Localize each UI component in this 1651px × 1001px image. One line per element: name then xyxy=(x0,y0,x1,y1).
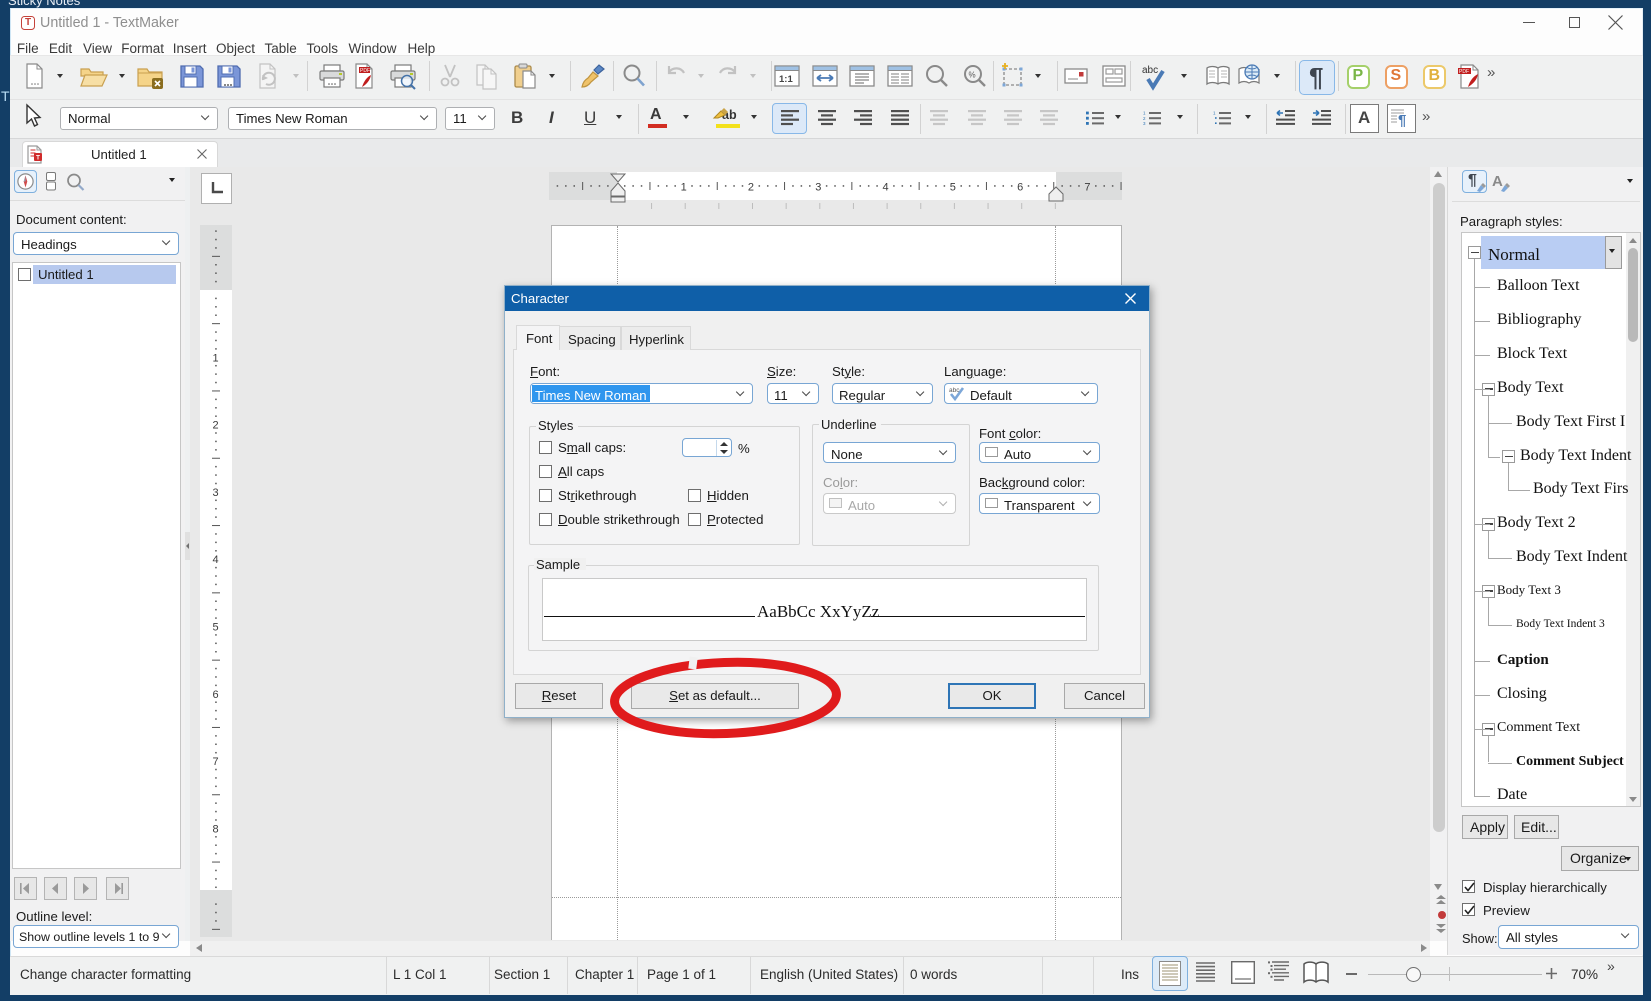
svg-text:1:1: 1:1 xyxy=(779,74,793,85)
svg-text:8: 8 xyxy=(213,823,219,835)
svg-text:3: 3 xyxy=(815,182,821,194)
svg-text:%: % xyxy=(969,71,976,80)
svg-text:abc: abc xyxy=(1142,65,1158,76)
svg-text:3: 3 xyxy=(1143,121,1146,126)
svg-text:PDF: PDF xyxy=(360,68,370,74)
svg-text:4: 4 xyxy=(883,182,889,194)
svg-text:5: 5 xyxy=(950,182,956,194)
svg-text:3: 3 xyxy=(213,487,219,499)
svg-text:1: 1 xyxy=(213,352,219,364)
svg-text:T: T xyxy=(36,155,40,162)
svg-text:¶: ¶ xyxy=(1398,112,1406,129)
svg-text:1: 1 xyxy=(1213,111,1216,116)
svg-text:5: 5 xyxy=(213,622,219,634)
svg-text:7: 7 xyxy=(213,756,219,768)
svg-text:2: 2 xyxy=(213,420,219,432)
svg-text:6: 6 xyxy=(1017,182,1023,194)
svg-text:4: 4 xyxy=(213,554,219,566)
svg-text:PDF: PDF xyxy=(1459,69,1469,75)
svg-text:7: 7 xyxy=(1084,182,1090,194)
svg-text:1: 1 xyxy=(681,182,687,194)
svg-text:2: 2 xyxy=(748,182,754,194)
svg-text:6: 6 xyxy=(213,689,219,701)
